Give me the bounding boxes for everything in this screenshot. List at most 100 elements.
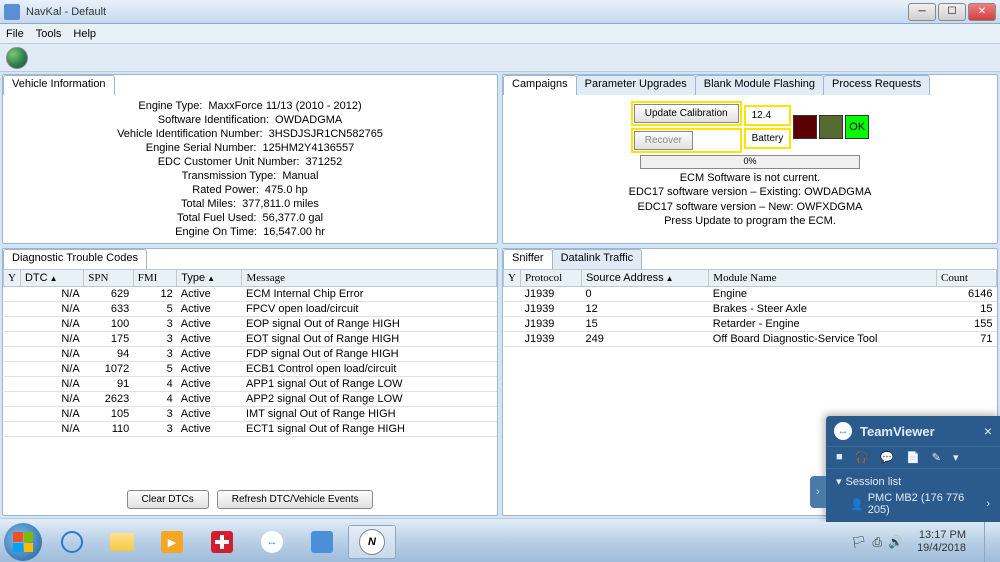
app-icon bbox=[4, 4, 20, 20]
titlebar: NavKal - Default ─ ☐ ✕ bbox=[0, 0, 1000, 24]
tv-file-icon[interactable]: 📄 bbox=[906, 451, 920, 464]
tv-video-icon[interactable]: ■ bbox=[836, 451, 843, 464]
tray-flag-icon[interactable]: 🏳 bbox=[851, 535, 866, 549]
tab-parameter-upgrades[interactable]: Parameter Upgrades bbox=[576, 75, 696, 95]
sniffer-row[interactable]: J193912Brakes - Steer Axle15 bbox=[504, 302, 997, 317]
dtc-header-spn[interactable]: SPN bbox=[84, 270, 134, 287]
sniffer-header-protocol[interactable]: Protocol bbox=[520, 270, 581, 287]
tray-device-icon[interactable]: ⎙ bbox=[873, 535, 883, 550]
dtc-row[interactable]: N/A62912ActiveECM Internal Chip Error bbox=[4, 287, 497, 302]
dtc-header-filter[interactable]: Y bbox=[4, 270, 21, 287]
vehicle-info-row: Rated Power:475.0 hp bbox=[192, 184, 307, 196]
sniffer-row[interactable]: J1939249Off Board Diagnostic-Service Too… bbox=[504, 332, 997, 347]
status-indicator-green: OK bbox=[845, 115, 869, 139]
dtc-row[interactable]: N/A10725ActiveECB1 Control open load/cir… bbox=[4, 362, 497, 377]
windows-logo-icon bbox=[13, 532, 33, 552]
sniffer-row[interactable]: J19390Engine6146 bbox=[504, 287, 997, 302]
sniffer-row[interactable]: J193915Retarder - Engine155 bbox=[504, 317, 997, 332]
maximize-button[interactable]: ☐ bbox=[938, 3, 966, 21]
dtc-header-dtc[interactable]: DTC▲ bbox=[20, 270, 83, 287]
show-desktop-button[interactable] bbox=[984, 522, 996, 562]
taskbar-clock[interactable]: 13:17 PM 19/4/2018 bbox=[909, 529, 974, 555]
campaigns-panel: CampaignsParameter UpgradesBlank Module … bbox=[502, 74, 998, 244]
progress-bar: 0% bbox=[640, 155, 860, 169]
update-calibration-button[interactable]: Update Calibration bbox=[634, 104, 739, 123]
sniffer-header-module[interactable]: Module Name bbox=[709, 270, 937, 287]
close-button[interactable]: ✕ bbox=[968, 3, 996, 21]
folder-icon bbox=[110, 533, 134, 551]
dtc-row[interactable]: N/A943ActiveFDP signal Out of Range HIGH bbox=[4, 347, 497, 362]
tv-chat-icon[interactable]: 💬 bbox=[880, 451, 894, 464]
sniffer-header-count[interactable]: Count bbox=[937, 270, 997, 287]
ecm-status-text: ECM Software is not current. EDC17 softw… bbox=[629, 171, 872, 228]
teamviewer-close-button[interactable]: × bbox=[984, 423, 992, 439]
teamviewer-session-header[interactable]: ▾ Session list bbox=[836, 475, 990, 488]
blue-app-icon bbox=[311, 531, 333, 553]
dtc-row[interactable]: N/A26234ActiveAPP2 signal Out of Range L… bbox=[4, 392, 497, 407]
dtc-row[interactable]: N/A1003ActiveEOP signal Out of Range HIG… bbox=[4, 317, 497, 332]
globe-icon[interactable] bbox=[6, 47, 28, 69]
refresh-dtc-button[interactable]: Refresh DTC/Vehicle Events bbox=[217, 490, 374, 509]
toolbar bbox=[0, 44, 1000, 72]
sort-arrow-icon: ▲ bbox=[50, 274, 58, 283]
chevron-right-icon: › bbox=[986, 498, 990, 510]
battery-label: Battery bbox=[744, 128, 792, 149]
tab-sniffer[interactable]: Sniffer bbox=[503, 249, 553, 269]
dtc-row[interactable]: N/A1753ActiveEOT signal Out of Range HIG… bbox=[4, 332, 497, 347]
tab-process-requests[interactable]: Process Requests bbox=[823, 75, 930, 95]
dtc-row[interactable]: N/A1103ActiveECT1 signal Out of Range HI… bbox=[4, 422, 497, 437]
ie-icon bbox=[61, 531, 83, 553]
tv-audio-icon[interactable]: 🎧 bbox=[855, 451, 869, 464]
start-button[interactable] bbox=[4, 523, 42, 561]
dtc-header-message[interactable]: Message bbox=[242, 270, 497, 287]
dtc-header-type[interactable]: Type▲ bbox=[177, 270, 242, 287]
tab-diagnostic-trouble-codes[interactable]: Diagnostic Trouble Codes bbox=[3, 249, 147, 269]
vehicle-info-row: Vehicle Identification Number: 3HSDJSJR1C… bbox=[117, 128, 383, 140]
taskbar-navkal[interactable]: N bbox=[348, 525, 396, 559]
sort-arrow-icon: ▲ bbox=[207, 274, 215, 283]
tv-more-icon[interactable]: ▾ bbox=[953, 451, 959, 464]
dtc-row[interactable]: N/A1053ActiveIMT signal Out of Range HIG… bbox=[4, 407, 497, 422]
vehicle-info-value: OWDADGMA bbox=[275, 114, 342, 126]
taskbar-ie[interactable] bbox=[48, 525, 96, 559]
tab-blank-module-flashing[interactable]: Blank Module Flashing bbox=[695, 75, 824, 95]
clear-dtcs-button[interactable]: Clear DTCs bbox=[127, 490, 209, 509]
taskbar-app-blue[interactable] bbox=[298, 525, 346, 559]
taskbar-swiss[interactable] bbox=[198, 525, 246, 559]
tab-campaigns[interactable]: Campaigns bbox=[503, 75, 577, 95]
taskbar-explorer[interactable] bbox=[98, 525, 146, 559]
sniffer-header-filter[interactable]: Y bbox=[504, 270, 521, 287]
menu-file[interactable]: File bbox=[6, 28, 24, 40]
vehicle-info-value: MaxxForce 11/13 (2010 - 2012) bbox=[208, 100, 361, 112]
vehicle-info-value: 3HSDJSJR1CN582765 bbox=[269, 128, 383, 140]
menu-help[interactable]: Help bbox=[73, 28, 96, 40]
tab-datalink-traffic[interactable]: Datalink Traffic bbox=[552, 249, 643, 269]
teamviewer-session-item[interactable]: 👤 PMC MB2 (176 776 205) › bbox=[836, 488, 990, 516]
teamviewer-collapse-tab[interactable]: › bbox=[810, 476, 826, 508]
menu-tools[interactable]: Tools bbox=[36, 28, 62, 40]
minimize-button[interactable]: ─ bbox=[908, 3, 936, 21]
taskbar-media[interactable]: ▶ bbox=[148, 525, 196, 559]
tab-vehicle-information[interactable]: Vehicle Information bbox=[3, 75, 115, 95]
vehicle-info-label: Vehicle Identification Number: bbox=[117, 128, 263, 140]
sniffer-header-source[interactable]: Source Address▲ bbox=[581, 270, 708, 287]
vehicle-info-label: Engine Serial Number: bbox=[146, 142, 257, 154]
dtc-row[interactable]: N/A6335ActiveFPCV open load/circuit bbox=[4, 302, 497, 317]
vehicle-info-value: 125HM2Y4136557 bbox=[262, 142, 354, 154]
teamviewer-icon: ↔ bbox=[261, 531, 283, 553]
user-icon: 👤 bbox=[850, 498, 864, 511]
vehicle-info-value: 475.0 hp bbox=[265, 184, 308, 196]
vehicle-info-panel: Vehicle Information Engine Type:MaxxForc… bbox=[2, 74, 498, 244]
dtc-header-fmi[interactable]: FMI bbox=[133, 270, 177, 287]
vehicle-info-row: Engine On Time:16,547.00 hr bbox=[175, 226, 325, 238]
tv-draw-icon[interactable]: ✎ bbox=[932, 451, 941, 464]
sort-arrow-icon: ▲ bbox=[666, 274, 674, 283]
dtc-row[interactable]: N/A914ActiveAPP1 signal Out of Range LOW bbox=[4, 377, 497, 392]
vehicle-info-label: Total Miles: bbox=[181, 198, 236, 210]
vehicle-info-row: Total Fuel Used:56,377.0 gal bbox=[177, 212, 323, 224]
recover-button[interactable]: Recover bbox=[634, 131, 693, 150]
taskbar-teamviewer[interactable]: ↔ bbox=[248, 525, 296, 559]
vehicle-info-value: 16,547.00 hr bbox=[263, 226, 325, 238]
tray-volume-icon[interactable]: 🔊 bbox=[888, 535, 903, 549]
vehicle-info-label: EDC Customer Unit Number: bbox=[158, 156, 300, 168]
